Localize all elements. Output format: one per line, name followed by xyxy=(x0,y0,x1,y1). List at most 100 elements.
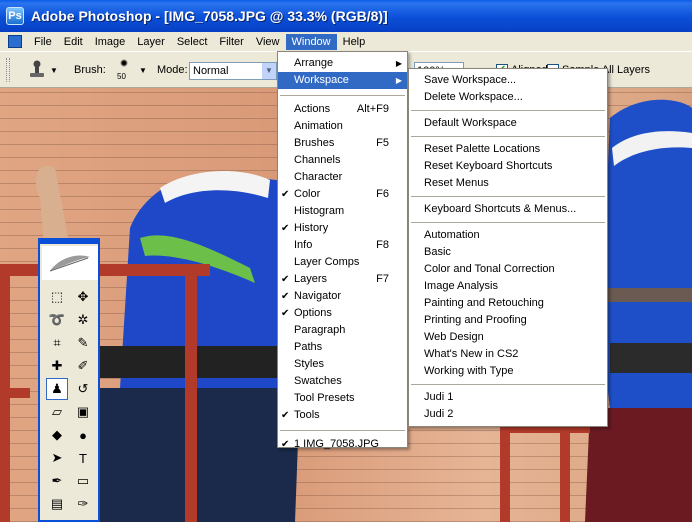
menu-select[interactable]: Select xyxy=(171,34,214,50)
history-brush-icon[interactable]: ↺ xyxy=(72,378,94,400)
window-item-tool-presets[interactable]: Tool Presets xyxy=(278,390,407,407)
clone-stamp-icon[interactable]: ♟ xyxy=(46,378,68,400)
menu-item-label: Arrange xyxy=(294,57,334,69)
window-item-swatches[interactable]: Swatches xyxy=(278,373,407,390)
menu-file[interactable]: File xyxy=(28,34,58,50)
window-item-layer-comps[interactable]: Layer Comps xyxy=(278,254,407,271)
workspace-item-color-and-tonal-correction[interactable]: Color and Tonal Correction xyxy=(409,261,607,278)
magic-wand-icon[interactable]: ✲ xyxy=(72,309,94,331)
pen-tool-icon[interactable]: ✒ xyxy=(46,470,68,492)
menu-view[interactable]: View xyxy=(250,34,286,50)
menu-edit[interactable]: Edit xyxy=(58,34,89,50)
window-item-tools[interactable]: ✔ Tools xyxy=(278,407,407,424)
window-item-channels[interactable]: Channels xyxy=(278,152,407,169)
workspace-item-printing-and-proofing[interactable]: Printing and Proofing xyxy=(409,312,607,329)
brush-dropdown-icon[interactable]: ▼ xyxy=(139,66,147,75)
brush-tip-icon xyxy=(120,59,128,67)
window-item-histogram[interactable]: Histogram xyxy=(278,203,407,220)
menu-item-shortcut: Alt+F9 xyxy=(356,103,389,115)
window-item-options[interactable]: ✔ Options xyxy=(278,305,407,322)
move-tool-icon[interactable]: ✥ xyxy=(72,286,94,308)
workspace-item-save-workspace[interactable]: Save Workspace... xyxy=(409,72,607,89)
workspace-item-basic[interactable]: Basic xyxy=(409,244,607,261)
menu-bar: File Edit Image Layer Select Filter View… xyxy=(0,32,692,51)
workspace-item-working-with-type[interactable]: Working with Type xyxy=(409,363,607,380)
menu-image[interactable]: Image xyxy=(89,34,132,50)
window-item-styles[interactable]: Styles xyxy=(278,356,407,373)
brush-tool-icon[interactable]: ✐ xyxy=(72,355,94,377)
window-item-1-img-7058-jpg[interactable]: ✔ 1 IMG_7058.JPG xyxy=(278,436,407,453)
notes-tool-icon[interactable]: ▤ xyxy=(46,493,68,515)
menu-item-shortcut: F5 xyxy=(376,137,389,149)
brush-picker[interactable]: 50 xyxy=(111,56,137,84)
menu-help[interactable]: Help xyxy=(337,34,372,50)
menu-layer[interactable]: Layer xyxy=(131,34,171,50)
path-select-icon[interactable]: ➤ xyxy=(46,447,68,469)
photoshop-app-icon[interactable]: Ps xyxy=(6,7,24,25)
window-item-navigator[interactable]: ✔ Navigator xyxy=(278,288,407,305)
shape-tool-icon[interactable]: ▭ xyxy=(72,470,94,492)
mode-value: Normal xyxy=(193,65,229,77)
dodge-tool-icon[interactable]: ● xyxy=(72,424,94,446)
gradient-tool-icon[interactable]: ▣ xyxy=(72,401,94,423)
menu-filter[interactable]: Filter xyxy=(213,34,249,50)
clone-stamp-preset-icon[interactable] xyxy=(26,59,48,81)
window-item-animation[interactable]: Animation xyxy=(278,118,407,135)
checkmark-icon: ✔ xyxy=(281,308,290,319)
menu-window[interactable]: Window xyxy=(285,33,337,50)
menu-item-label: Image Analysis xyxy=(424,280,498,292)
window-item-character[interactable]: Character xyxy=(278,169,407,186)
window-item-layers[interactable]: ✔ Layers F7 xyxy=(278,271,407,288)
workspace-item-judi-1[interactable]: Judi 1 xyxy=(409,389,607,406)
menu-item-label: Animation xyxy=(294,120,343,132)
workspace-item-image-analysis[interactable]: Image Analysis xyxy=(409,278,607,295)
document-icon[interactable] xyxy=(8,35,22,48)
healing-brush-icon[interactable]: ✚ xyxy=(46,355,68,377)
workspace-item-reset-menus[interactable]: Reset Menus xyxy=(409,175,607,192)
menu-item-label: Judi 2 xyxy=(424,408,454,420)
type-tool-icon[interactable]: T xyxy=(72,447,94,469)
menu-separator xyxy=(411,136,605,137)
menu-item-label: Tool Presets xyxy=(294,392,355,404)
eyedropper-icon[interactable]: ✑ xyxy=(72,493,94,515)
window-item-actions[interactable]: Actions Alt+F9 xyxy=(278,101,407,118)
workspace-item-delete-workspace[interactable]: Delete Workspace... xyxy=(409,89,607,106)
chevron-down-icon[interactable]: ▼ xyxy=(262,63,276,79)
workspace-item-default-workspace[interactable]: Default Workspace xyxy=(409,115,607,132)
workspace-item-painting-and-retouching[interactable]: Painting and Retouching xyxy=(409,295,607,312)
window-title: Adobe Photoshop - [IMG_7058.JPG @ 33.3% … xyxy=(31,8,388,24)
menu-item-label: Swatches xyxy=(294,375,342,387)
options-bar-grip[interactable] xyxy=(6,58,10,82)
tools-palette-header[interactable] xyxy=(40,240,98,244)
workspace-item-judi-2[interactable]: Judi 2 xyxy=(409,406,607,423)
window-item-arrange[interactable]: Arrange ▶ xyxy=(278,55,407,72)
brush-size-value: 50 xyxy=(117,72,126,81)
workspace-item-reset-keyboard-shortcuts[interactable]: Reset Keyboard Shortcuts xyxy=(409,158,607,175)
blur-tool-icon[interactable]: ◆ xyxy=(46,424,68,446)
crop-tool-icon[interactable]: ⌗ xyxy=(46,332,68,354)
workspace-item-automation[interactable]: Automation xyxy=(409,227,607,244)
workspace-item-reset-palette-locations[interactable]: Reset Palette Locations xyxy=(409,141,607,158)
workspace-item-keyboard-shortcuts-menus[interactable]: Keyboard Shortcuts & Menus... xyxy=(409,201,607,218)
marquee-tool-icon[interactable]: ⬚ xyxy=(46,286,68,308)
mode-select[interactable]: Normal ▼ xyxy=(189,62,277,80)
menu-item-label: Color xyxy=(294,188,321,200)
window-item-paragraph[interactable]: Paragraph xyxy=(278,322,407,339)
workspace-item-what-s-new-in-cs2[interactable]: What's New in CS2 xyxy=(409,346,607,363)
menu-item-label: Painting and Retouching xyxy=(424,297,544,309)
menu-item-label: Judi 1 xyxy=(424,391,454,403)
menu-item-label: Default Workspace xyxy=(424,117,517,129)
window-item-history[interactable]: ✔ History xyxy=(278,220,407,237)
window-item-info[interactable]: Info F8 xyxy=(278,237,407,254)
eraser-tool-icon[interactable]: ▱ xyxy=(46,401,68,423)
window-item-paths[interactable]: Paths xyxy=(278,339,407,356)
window-item-brushes[interactable]: Brushes F5 xyxy=(278,135,407,152)
slice-tool-icon[interactable]: ✎ xyxy=(72,332,94,354)
tool-preset-dropdown-icon[interactable]: ▼ xyxy=(50,66,58,75)
lasso-tool-icon[interactable]: ➰ xyxy=(46,309,68,331)
feather-logo-icon[interactable] xyxy=(42,246,98,280)
window-item-workspace[interactable]: Workspace ▶ xyxy=(278,72,407,89)
brush-label: Brush: xyxy=(74,64,106,76)
workspace-item-web-design[interactable]: Web Design xyxy=(409,329,607,346)
window-item-color[interactable]: ✔ Color F6 xyxy=(278,186,407,203)
